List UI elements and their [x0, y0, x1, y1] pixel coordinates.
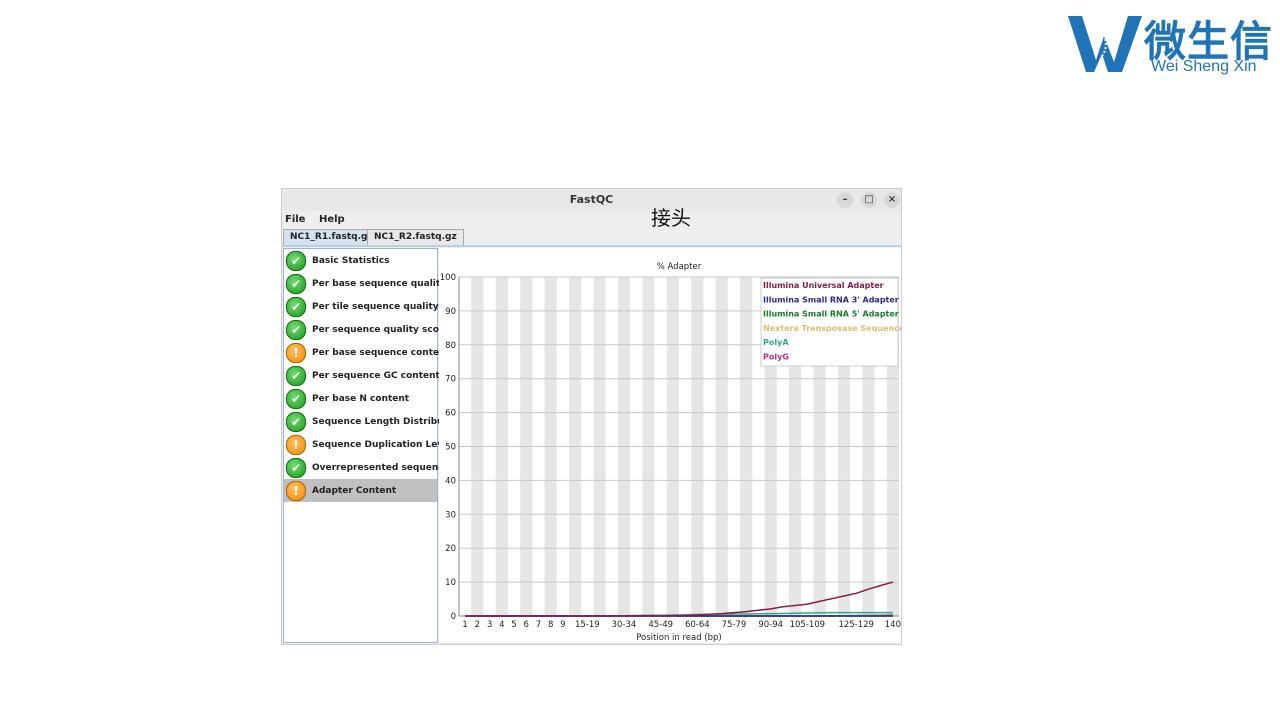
legend-entry: PolyG [763, 353, 789, 362]
module-label: Overrepresented sequences [312, 462, 456, 473]
module-item[interactable]: ✔ Per base sequence quality [284, 272, 446, 295]
module-item[interactable]: ✔ Overrepresented sequences [284, 456, 455, 479]
chart-panel: 0 10 20 30 40 50 60 70 80 90 100 1 2 3 4 5 6 7 8 9 15-19 30-3… [439, 248, 905, 643]
weishengxin-logo: 微生信 Wei Sheng Xin [1068, 12, 1278, 80]
x-tick-label: 105-109 [790, 620, 826, 630]
module-item[interactable]: ✔ Sequence Length Distribution [284, 410, 464, 433]
module-label: Per sequence quality scores [312, 324, 455, 335]
x-tick-label: 15-19 [575, 620, 600, 630]
minimize-button[interactable]: – [837, 192, 853, 208]
y-tick-label: 10 [445, 578, 456, 588]
close-button[interactable]: × [884, 192, 900, 208]
module-item[interactable]: ✔ Per tile sequence quality [284, 295, 439, 318]
y-tick-label: 50 [445, 443, 456, 453]
module-item[interactable]: ✔ Per base N content [284, 387, 437, 410]
y-tick-label: 60 [445, 409, 456, 419]
y-tick-label: 90 [445, 307, 456, 317]
maximize-button[interactable]: □ [861, 192, 877, 208]
tab-nc1-r2[interactable]: NC1_R2.fastq.gz [367, 229, 464, 245]
pass-check-icon: ✔ [286, 319, 306, 340]
module-label: Per base sequence quality [312, 278, 447, 289]
module-label: Per base N content [312, 393, 410, 404]
x-tick-label: 7 [536, 620, 541, 630]
menu-help[interactable]: Help [319, 214, 345, 225]
module-label: Per base sequence content [312, 347, 450, 358]
module-label: Basic Statistics [312, 255, 390, 266]
x-tick-label: 30-34 [612, 620, 637, 630]
warning-icon: ! [286, 480, 306, 501]
w-dna-logo-icon [1068, 16, 1142, 72]
legend-entry: Illumina Universal Adapter [763, 281, 884, 290]
file-tabs: NC1_R1.fastq.gz NC1_R2.fastq.gz [282, 229, 901, 247]
menu-bar: File Help [282, 211, 901, 229]
x-tick-label: 4 [499, 620, 504, 630]
y-tick-label: 80 [445, 341, 456, 351]
tab-nc1-r1[interactable]: NC1_R1.fastq.gz [283, 229, 380, 245]
annotation-text: 接头 [651, 206, 691, 230]
module-item[interactable]: ✔ Per sequence GC content [284, 364, 440, 387]
x-axis-label: Position in read (bp) [636, 633, 722, 643]
adapter-content-chart: 0 10 20 30 40 50 60 70 80 90 100 1 2 3 4 5 6 7 8 9 15-19 30-3… [440, 262, 905, 643]
y-tick-label: 100 [440, 273, 456, 283]
chart-title: % Adapter [657, 262, 702, 272]
x-tick-label: 9 [560, 620, 565, 630]
x-tick-label: 5 [511, 620, 516, 630]
window-title: FastQC [569, 193, 614, 206]
logo-english-text: Wei Sheng Xin [1151, 58, 1257, 75]
x-tick-label: 45-49 [648, 620, 673, 630]
x-tick-label: 6 [524, 620, 529, 630]
legend-entry: Nextera Transposase Sequence [763, 324, 901, 333]
y-tick-label: 20 [445, 544, 456, 554]
y-tick-label: 40 [445, 476, 456, 486]
y-tick-label: 70 [445, 375, 456, 385]
module-list: ✔ Basic Statistics ✔ Per base sequence qual… [283, 248, 464, 643]
title-bar: FastQC – □ × [282, 189, 901, 211]
x-tick-label: 3 [487, 620, 492, 630]
warning-icon: ! [286, 342, 306, 363]
x-tick-label: 140 [885, 620, 901, 630]
x-tick-label: 125-129 [838, 620, 874, 630]
pass-check-icon: ✔ [286, 457, 306, 478]
y-tick-label: 0 [451, 612, 456, 622]
y-tick-label: 30 [445, 510, 456, 520]
pass-check-icon: ✔ [286, 411, 306, 432]
module-item[interactable]: ! Per base sequence content [284, 341, 450, 364]
module-item[interactable]: ✔ Basic Statistics [284, 249, 437, 272]
legend-entry: Illumina Small RNA 5' Adapter [763, 310, 899, 319]
x-tick-label: 1 [462, 620, 467, 630]
pass-check-icon: ✔ [286, 365, 306, 386]
module-item[interactable]: ✔ Per sequence quality scores [284, 318, 455, 341]
module-label: Adapter Content [312, 485, 397, 496]
module-label: Per tile sequence quality [312, 301, 439, 312]
x-tick-label: 75-79 [722, 620, 747, 630]
pass-check-icon: ✔ [286, 296, 306, 317]
menu-file[interactable]: File [285, 214, 305, 225]
module-label: Per sequence GC content [312, 370, 440, 381]
module-item[interactable]: ! Adapter Content [284, 479, 437, 502]
pass-check-icon: ✔ [286, 250, 306, 271]
pass-check-icon: ✔ [286, 388, 306, 409]
warning-icon: ! [286, 434, 306, 455]
legend-entry: Illumina Small RNA 3' Adapter [763, 295, 899, 304]
pass-check-icon: ✔ [286, 273, 306, 294]
x-tick-label: 2 [475, 620, 480, 630]
fastqc-window: FastQC – □ × File Help NC1_R1.fastq.gz N… [281, 188, 905, 645]
x-tick-label: 8 [548, 620, 553, 630]
legend-entry: PolyA [763, 338, 789, 347]
x-tick-label: 60-64 [685, 620, 710, 630]
module-label: Sequence Duplication Levels [312, 439, 458, 450]
x-tick-label: 90-94 [758, 620, 783, 630]
module-item[interactable]: ! Sequence Duplication Levels [284, 433, 458, 456]
